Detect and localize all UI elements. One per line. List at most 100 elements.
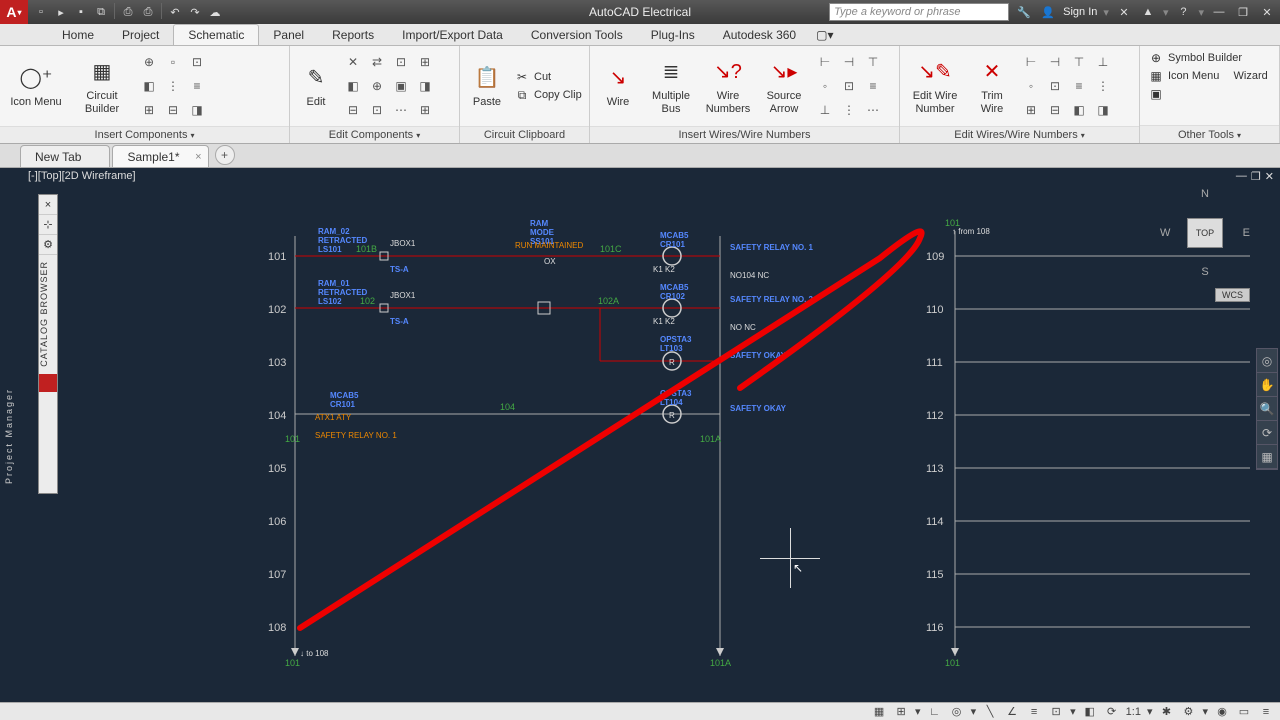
multiple-bus-button[interactable]: ≣Multiple Bus (646, 48, 696, 124)
app-logo[interactable]: A (0, 0, 28, 24)
source-arrow-button[interactable]: ↘▸Source Arrow (760, 48, 808, 124)
cycling-icon[interactable]: ⟳ (1104, 705, 1120, 719)
panel-title[interactable]: Insert Components (95, 129, 195, 141)
symbol-builder-button[interactable]: ⊕Symbol Builder (1148, 50, 1242, 66)
panel-title[interactable]: Edit Wires/Wire Numbers (954, 129, 1084, 141)
transparency-icon[interactable]: ◧ (1082, 705, 1098, 719)
paste-button[interactable]: 📋 Paste (466, 48, 508, 124)
model-space-icon[interactable]: ▦ (871, 705, 887, 719)
wire-tool-btn[interactable]: ⊥ (814, 99, 836, 121)
wire-tool-btn[interactable]: ⊣ (838, 51, 860, 73)
search-icon[interactable]: 🔧 (1015, 3, 1033, 21)
workspace-icon[interactable]: ⚙ (1180, 705, 1196, 719)
nav-pan-icon[interactable]: ✋ (1257, 373, 1277, 397)
customize-icon[interactable]: ≡ (1258, 705, 1274, 719)
edit-wire-btn[interactable]: ◨ (1092, 99, 1114, 121)
qat-saveall-icon[interactable]: ⧉ (92, 3, 110, 21)
new-tab-button[interactable]: + (215, 145, 235, 165)
polar-icon[interactable]: ◎ (949, 705, 965, 719)
lineweight-icon[interactable]: ≡ (1026, 705, 1042, 719)
edit-comp-btn[interactable]: ◧ (342, 75, 364, 97)
edit-comp-btn[interactable]: ⊡ (366, 99, 388, 121)
project-manager-tab[interactable]: Project Manager (4, 388, 20, 484)
edit-comp-btn[interactable]: ✕ (342, 51, 364, 73)
edit-wire-btn[interactable]: ◧ (1068, 99, 1090, 121)
icon-menu-button[interactable]: ◯⁺ Icon Menu (6, 48, 66, 124)
edit-comp-btn[interactable]: ⊞ (414, 99, 436, 121)
edit-wire-btn[interactable]: ⊡ (1044, 75, 1066, 97)
edit-comp-btn[interactable]: ◨ (414, 75, 436, 97)
drawing-canvas[interactable]: [-][Top][2D Wireframe] — ❐ ✕ Project Man… (0, 168, 1280, 702)
qat-cloud-icon[interactable]: ☁ (206, 3, 224, 21)
tab-conversion[interactable]: Conversion Tools (517, 25, 637, 45)
edit-wire-btn[interactable]: ≡ (1068, 75, 1090, 97)
nav-showmotion-icon[interactable]: ▦ (1257, 445, 1277, 469)
nav-zoom-icon[interactable]: 🔍 (1257, 397, 1277, 421)
ins-comp-btn[interactable]: ⊟ (162, 99, 184, 121)
edit-comp-btn[interactable]: ⊡ (390, 51, 412, 73)
edit-comp-btn[interactable]: ⊕ (366, 75, 388, 97)
close-icon[interactable]: × (195, 151, 201, 163)
doctab-new[interactable]: New Tab (20, 145, 110, 167)
nav-wheel-icon[interactable]: ◎ (1257, 349, 1277, 373)
qat-save-icon[interactable]: ▪ (72, 3, 90, 21)
view-label[interactable]: [-][Top][2D Wireframe] (28, 170, 136, 182)
wizard-button[interactable]: Wizard (1234, 70, 1268, 82)
edit-button[interactable]: ✎ Edit (296, 48, 336, 124)
wire-tool-btn[interactable]: ≡ (862, 75, 884, 97)
qat-new-icon[interactable]: ▫ (32, 3, 50, 21)
wire-tool-btn[interactable]: ⊤ (862, 51, 884, 73)
edit-wire-btn[interactable]: ⊟ (1044, 99, 1066, 121)
ins-comp-btn[interactable]: ⊕ (138, 51, 160, 73)
edit-wire-btn[interactable]: ⊤ (1068, 51, 1090, 73)
clean-screen-icon[interactable]: ▭ (1236, 705, 1252, 719)
viewport-close-icon[interactable]: ✕ (1265, 170, 1274, 183)
wire-tool-btn[interactable]: ⊢ (814, 51, 836, 73)
ins-comp-btn[interactable]: ⋮ (162, 75, 184, 97)
window-close-icon[interactable]: ✕ (1258, 3, 1276, 21)
scale-label[interactable]: 1:1 (1126, 706, 1141, 718)
wire-button[interactable]: ↘Wire (596, 48, 640, 124)
edit-wire-btn[interactable]: ⊢ (1020, 51, 1042, 73)
edit-wire-btn[interactable]: ⊞ (1020, 99, 1042, 121)
tab-project[interactable]: Project (108, 25, 173, 45)
nav-orbit-icon[interactable]: ⟳ (1257, 421, 1277, 445)
edit-comp-btn[interactable]: ⊞ (414, 51, 436, 73)
search-input[interactable]: Type a keyword or phrase (829, 3, 1009, 21)
edit-wire-btn[interactable]: ◦ (1020, 75, 1042, 97)
wire-tool-btn[interactable]: ⋮ (838, 99, 860, 121)
trim-wire-button[interactable]: ✕Trim Wire (970, 48, 1014, 124)
tab-panel[interactable]: Panel (259, 25, 318, 45)
tab-home[interactable]: Home (48, 25, 108, 45)
window-restore-icon[interactable]: ❐ (1234, 3, 1252, 21)
annotation-icon[interactable]: ✱ (1158, 705, 1174, 719)
window-minimize-icon[interactable]: — (1210, 3, 1228, 21)
edit-comp-btn[interactable]: ⇄ (366, 51, 388, 73)
ins-comp-btn[interactable]: ⊡ (186, 51, 208, 73)
palette-pin-icon[interactable]: ⊹ (39, 215, 57, 235)
qat-redo-icon[interactable]: ↷ (186, 3, 204, 21)
ins-comp-btn[interactable]: ⊞ (138, 99, 160, 121)
edit-comp-btn[interactable]: ⋯ (390, 99, 412, 121)
panel-title[interactable]: Other Tools (1178, 129, 1241, 141)
cut-button[interactable]: ✂Cut (514, 69, 582, 85)
ribbon-minimize-icon[interactable]: ▢▾ (810, 25, 839, 45)
wire-tool-btn[interactable]: ⊡ (838, 75, 860, 97)
tab-import-export[interactable]: Import/Export Data (388, 25, 517, 45)
edit-wire-btn[interactable]: ⊥ (1092, 51, 1114, 73)
ins-comp-btn[interactable]: ◧ (138, 75, 160, 97)
snap-icon[interactable]: ∟ (927, 705, 943, 719)
tab-reports[interactable]: Reports (318, 25, 388, 45)
wire-tool-btn[interactable]: ◦ (814, 75, 836, 97)
other-tool-button[interactable]: ▣ (1148, 86, 1164, 102)
qat-plot2-icon[interactable]: ⎙ (139, 3, 157, 21)
edit-comp-btn[interactable]: ⊟ (342, 99, 364, 121)
otrack-icon[interactable]: ∠ (1004, 705, 1020, 719)
catalog-browser-palette[interactable]: × ⊹ ⚙ CATALOG BROWSER (38, 194, 58, 494)
help-icon[interactable]: ? (1174, 3, 1192, 21)
ins-comp-btn[interactable]: ◨ (186, 99, 208, 121)
qat-plot-icon[interactable]: ⎙ (119, 3, 137, 21)
grid-icon[interactable]: ⊞ (893, 705, 909, 719)
osnap-icon[interactable]: ╲ (982, 705, 998, 719)
copy-button[interactable]: ⧉Copy Clip (514, 87, 582, 103)
